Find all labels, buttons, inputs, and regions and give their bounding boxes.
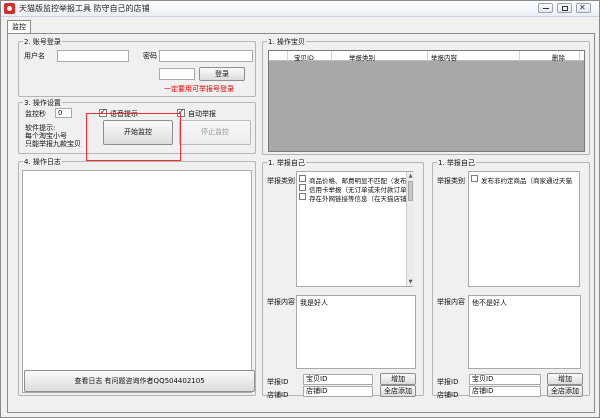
maximize-button[interactable] bbox=[557, 3, 572, 13]
operate-items-group: 1. 操作宝贝 宝贝ID 举报类别 举报内容 删除 bbox=[262, 37, 590, 155]
stop-monitor-button[interactable]: 停止监控 bbox=[179, 120, 251, 145]
shop-id-label: 店铺ID bbox=[267, 391, 289, 399]
list-item[interactable]: 信用卡举报（无订单或未付款订单 bbox=[299, 184, 409, 194]
shop-id-label: 店铺ID bbox=[437, 391, 459, 399]
report-content-field[interactable]: 他不是好人 bbox=[468, 295, 581, 369]
list-item[interactable]: 存在外网链接等信息（在天猫店铺 bbox=[299, 193, 409, 203]
column-separator bbox=[287, 51, 288, 61]
minimize-icon bbox=[543, 8, 549, 9]
captcha-field[interactable] bbox=[159, 68, 195, 80]
shop-id-field[interactable]: 店铺ID bbox=[303, 386, 373, 397]
operate-items-title: 1. 操作宝贝 bbox=[267, 37, 306, 47]
maximize-icon bbox=[562, 6, 568, 11]
report-self-right-group: 1. 举报自己 举报类别 发布非约定商品（商家通过天猫 举报内容 他不是好人 举… bbox=[432, 158, 590, 399]
report-category-label: 举报类别 bbox=[267, 177, 295, 185]
category-checkbox[interactable] bbox=[299, 193, 306, 200]
close-icon: ✕ bbox=[579, 3, 586, 12]
category-checkbox[interactable] bbox=[299, 175, 306, 182]
close-button[interactable]: ✕ bbox=[576, 3, 591, 13]
item-id-field[interactable]: 宝贝ID bbox=[303, 374, 373, 385]
operation-log-group: 4. 操作日志 bbox=[18, 157, 256, 396]
column-report-content[interactable]: 举报内容 bbox=[431, 52, 457, 62]
interval-label: 监控秒 bbox=[25, 110, 46, 118]
column-item-id[interactable]: 宝贝ID bbox=[294, 52, 314, 62]
tab-panel-monitor: 2. 账号登录 用户名 密码 登录 一定要用可举报号登录 3. 操作设置 监控秒… bbox=[7, 33, 595, 413]
auto-report-label: 自动举报 bbox=[188, 110, 216, 118]
report-self-left-group: 1. 举报自己 举报类别 商品价格、邮费明显不匹配（发布 信用卡举报（无订单或未… bbox=[262, 158, 424, 399]
username-field[interactable] bbox=[57, 50, 129, 62]
account-login-title: 2. 账号登录 bbox=[23, 37, 62, 47]
list-item[interactable]: 商品价格、邮费明显不匹配（发布 bbox=[299, 175, 409, 185]
password-label: 密码 bbox=[143, 52, 157, 60]
report-self-left-title: 1. 举报自己 bbox=[267, 158, 306, 168]
item-id-label: 举报ID bbox=[267, 378, 289, 386]
category-label: 发布非约定商品（商家通过天猫 bbox=[481, 177, 572, 185]
add-shop-button[interactable]: 全店添加 bbox=[380, 385, 416, 397]
item-id-field[interactable]: 宝贝ID bbox=[469, 374, 541, 385]
column-separator bbox=[579, 51, 580, 61]
add-shop-button[interactable]: 全店添加 bbox=[547, 385, 583, 397]
account-login-group: 2. 账号登录 用户名 密码 登录 一定要用可举报号登录 bbox=[18, 37, 256, 97]
column-delete[interactable]: 删除 bbox=[552, 52, 565, 62]
view-log-button[interactable]: 查看日志 有问题咨询作者QQ504402105 bbox=[24, 370, 255, 392]
category-label: 存在外网链接等信息（在天猫店铺 bbox=[309, 195, 407, 203]
column-report-category[interactable]: 举报类别 bbox=[349, 52, 375, 62]
report-category-label: 举报类别 bbox=[437, 177, 465, 185]
report-content-label: 举报内容 bbox=[437, 298, 465, 306]
item-id-label: 举报ID bbox=[437, 378, 459, 386]
operation-log-title: 4. 操作日志 bbox=[23, 157, 62, 167]
operate-items-list[interactable]: 宝贝ID 举报类别 举报内容 删除 bbox=[268, 50, 585, 152]
add-item-button[interactable]: 增加 bbox=[380, 373, 416, 385]
report-category-list[interactable]: 商品价格、邮费明显不匹配（发布 信用卡举报（无订单或未付款订单 存在外网链接等信… bbox=[296, 171, 413, 287]
add-item-button[interactable]: 增加 bbox=[547, 373, 583, 385]
tmall-cat-icon bbox=[4, 3, 15, 14]
list-header: 宝贝ID 举报类别 举报内容 删除 bbox=[269, 51, 584, 62]
list-item[interactable]: 发布非约定商品（商家通过天猫 bbox=[471, 175, 577, 185]
shop-id-field[interactable]: 店铺ID bbox=[469, 386, 541, 397]
column-separator bbox=[331, 51, 332, 61]
report-content-field[interactable]: 我是好人 bbox=[296, 295, 416, 369]
report-content-label: 举报内容 bbox=[267, 298, 295, 306]
category-checkbox[interactable] bbox=[471, 175, 478, 182]
password-field[interactable] bbox=[159, 50, 253, 62]
column-separator bbox=[427, 51, 428, 61]
tab-monitor[interactable]: 监控 bbox=[7, 20, 31, 34]
start-button-highlight bbox=[86, 113, 181, 161]
main-window: 天猫版监控举报工具 防守自己的店铺 ✕ 监控 2. 账号登录 用户名 密码 登录… bbox=[0, 0, 600, 418]
interval-field[interactable]: 0 bbox=[55, 108, 72, 118]
category-scrollbar[interactable]: ▲ ▼ bbox=[406, 172, 414, 286]
report-category-list[interactable]: 发布非约定商品（商家通过天猫 bbox=[468, 171, 580, 287]
scroll-up-icon[interactable]: ▲ bbox=[407, 172, 414, 180]
window-title: 天猫版监控举报工具 防守自己的店铺 bbox=[19, 4, 150, 13]
scroll-thumb[interactable] bbox=[408, 181, 413, 201]
scroll-down-icon[interactable]: ▼ bbox=[407, 278, 414, 286]
username-label: 用户名 bbox=[24, 52, 45, 60]
operation-log-area[interactable] bbox=[22, 170, 252, 393]
category-checkbox[interactable] bbox=[299, 184, 306, 191]
software-hint-line2: 只能举报九款宝贝 bbox=[25, 140, 81, 148]
column-separator bbox=[519, 51, 520, 61]
minimize-button[interactable] bbox=[538, 3, 553, 13]
login-button[interactable]: 登录 bbox=[199, 67, 245, 81]
report-self-right-title: 1. 举报自己 bbox=[437, 158, 476, 168]
operation-settings-title: 3. 操作设置 bbox=[23, 98, 62, 108]
login-hint: 一定要用可举报号登录 bbox=[164, 85, 234, 93]
title-bar: 天猫版监控举报工具 防守自己的店铺 ✕ bbox=[1, 1, 599, 17]
